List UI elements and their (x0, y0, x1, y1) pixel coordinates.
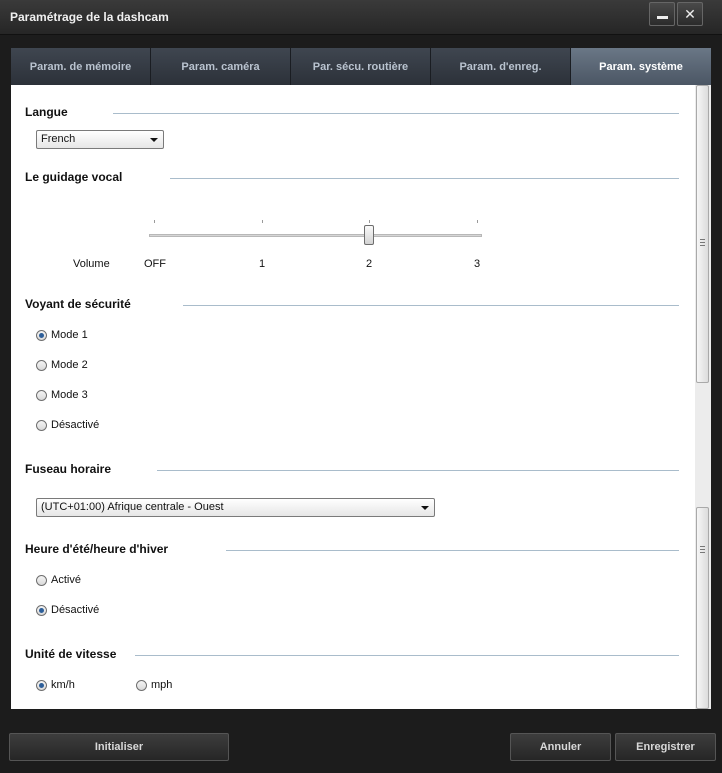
radio-icon (36, 389, 47, 401)
slider-tick (477, 220, 478, 223)
close-button[interactable]: ✕ (677, 2, 703, 26)
tab-road-safety-settings[interactable]: Par. sécu. routière (291, 48, 431, 85)
volume-label: Volume (73, 258, 110, 270)
grip-icon (700, 552, 705, 553)
reset-button[interactable]: Initialiser (9, 733, 229, 761)
slider-tick (154, 220, 155, 223)
tab-recording-settings[interactable]: Param. d'enreg. (431, 48, 571, 85)
settings-panel: Langue French Le guidage vocal Volume OF… (11, 85, 711, 709)
security-light-divider (183, 305, 679, 306)
speed-unit-title: Unité de vitesse (25, 647, 117, 661)
radio-icon (136, 679, 147, 691)
scrollbar-thumb-upper[interactable] (696, 85, 709, 383)
language-divider (113, 113, 679, 114)
radio-checked-icon (36, 679, 47, 691)
option-label: Mode 2 (51, 359, 88, 371)
security-mode-3-option[interactable]: Mode 3 (36, 389, 88, 401)
vertical-scrollbar[interactable] (695, 85, 711, 709)
minimize-button[interactable] (649, 2, 675, 26)
volume-slider-track[interactable] (149, 234, 482, 237)
option-label: Mode 3 (51, 389, 88, 401)
radio-checked-icon (36, 604, 47, 616)
voice-guidance-title: Le guidage vocal (25, 170, 123, 184)
option-label: mph (151, 679, 173, 691)
save-button[interactable]: Enregistrer (615, 733, 716, 761)
volume-tick-label: 1 (259, 258, 266, 270)
dst-off-option[interactable]: Désactivé (36, 604, 99, 616)
option-label: Désactivé (51, 604, 100, 616)
dst-divider (226, 550, 679, 551)
security-off-option[interactable]: Désactivé (36, 419, 99, 431)
window-title: Paramétrage de la dashcam (10, 10, 169, 24)
speed-unit-divider (135, 655, 679, 656)
option-label: km/h (51, 679, 75, 691)
security-mode-1-option[interactable]: Mode 1 (36, 329, 88, 341)
volume-slider-thumb[interactable] (364, 225, 374, 245)
volume-tick-label: 2 (366, 258, 373, 270)
slider-tick (369, 220, 370, 223)
scrollbar-thumb-lower[interactable] (696, 507, 709, 709)
volume-tick-label: 3 (474, 258, 481, 270)
volume-tick-label: OFF (144, 258, 166, 270)
radio-checked-icon (36, 329, 47, 341)
grip-icon (700, 239, 705, 240)
title-bar: Paramétrage de la dashcam ✕ (0, 0, 722, 35)
grip-icon (700, 245, 705, 246)
chevron-down-icon (150, 138, 158, 142)
option-label: Mode 1 (51, 329, 88, 341)
language-title: Langue (25, 105, 68, 119)
grip-icon (700, 549, 705, 550)
tab-memory-settings[interactable]: Param. de mémoire (11, 48, 151, 85)
grip-icon (700, 242, 705, 243)
voice-guidance-divider (170, 178, 679, 179)
timezone-select[interactable]: (UTC+01:00) Afrique centrale - Ouest (36, 498, 435, 517)
security-mode-2-option[interactable]: Mode 2 (36, 359, 88, 371)
close-icon: ✕ (684, 5, 696, 22)
tab-camera-settings[interactable]: Param. caméra (151, 48, 291, 85)
timezone-value: (UTC+01:00) Afrique centrale - Ouest (41, 501, 224, 513)
tab-system-settings[interactable]: Param. système (571, 48, 711, 85)
minimize-icon (656, 15, 668, 19)
timezone-divider (157, 470, 679, 471)
security-light-title: Voyant de sécurité (25, 297, 131, 311)
radio-icon (36, 359, 47, 371)
slider-tick (262, 220, 263, 223)
cancel-button[interactable]: Annuler (510, 733, 611, 761)
chevron-down-icon (421, 506, 429, 510)
option-label: Activé (51, 574, 81, 586)
radio-icon (36, 574, 47, 586)
option-label: Désactivé (51, 419, 100, 431)
dst-on-option[interactable]: Activé (36, 574, 81, 586)
dst-title: Heure d'été/heure d'hiver (25, 542, 169, 556)
tab-bar: Param. de mémoire Param. caméra Par. séc… (11, 48, 711, 85)
language-value: French (41, 133, 76, 145)
language-select[interactable]: French (36, 130, 164, 149)
timezone-title: Fuseau horaire (25, 462, 112, 476)
speed-mph-option[interactable]: mph (136, 679, 172, 691)
radio-icon (36, 419, 47, 431)
speed-kmh-option[interactable]: km/h (36, 679, 75, 691)
grip-icon (700, 546, 705, 547)
